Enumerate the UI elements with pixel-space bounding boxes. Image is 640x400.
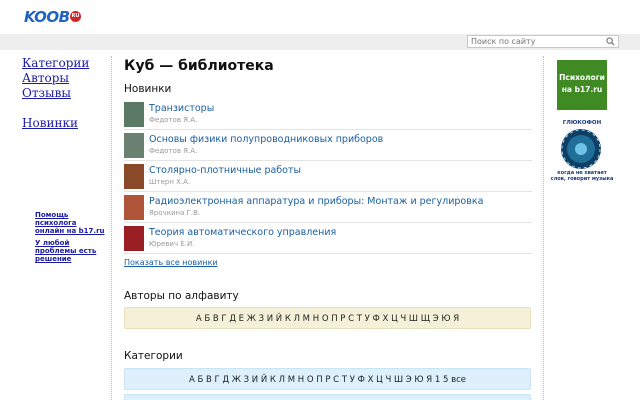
book-item[interactable]: Столярно-плотничные работы Штерн Х.А. <box>124 161 532 192</box>
book-title[interactable]: Радиоэлектронная аппаратура и приборы: М… <box>149 196 483 207</box>
book-author: Федотов Я.А. <box>149 147 198 155</box>
search-icon[interactable] <box>606 37 615 46</box>
page-title: Куб — библиотека <box>124 58 274 74</box>
divider-right <box>543 56 544 400</box>
book-title[interactable]: Столярно-плотничные работы <box>149 165 301 176</box>
logo-badge: RU <box>70 11 81 22</box>
categories-section-title: Категории <box>124 350 183 362</box>
book-item[interactable]: Теория автоматического управления Юревич… <box>124 223 532 254</box>
book-cover[interactable] <box>124 102 144 127</box>
glukofon-title: ГЛЮКОФОН <box>562 120 602 126</box>
psychologists-banner[interactable]: Психологи на b17.ru <box>557 60 607 110</box>
promo-links: Помощь психолога онлайн на b17.ru У любо… <box>35 211 107 263</box>
glukofon-drum-icon[interactable] <box>560 128 602 170</box>
book-cover[interactable] <box>124 133 144 158</box>
show-all-new-link[interactable]: Показать все новинки <box>124 258 532 268</box>
book-cover[interactable] <box>124 226 144 251</box>
book-author: Штерн Х.А. <box>149 178 191 186</box>
book-author: Федотов Я.А. <box>149 116 198 124</box>
promo-link-psychologist[interactable]: Помощь психолога онлайн на b17.ru <box>35 211 107 235</box>
book-item[interactable]: Радиоэлектронная аппаратура и приборы: М… <box>124 192 532 223</box>
book-cover[interactable] <box>124 195 144 220</box>
book-author: Юревич Е.И. <box>149 240 195 248</box>
nav-categories[interactable]: Категории <box>22 56 108 71</box>
authors-section-title: Авторы по алфавиту <box>124 290 239 302</box>
nav-authors[interactable]: Авторы <box>22 71 108 86</box>
categories-alphabet[interactable]: А Б В Г Д Ж З И Й К Л М Н О П Р С Т У Ф … <box>124 368 531 390</box>
promo-link-solution[interactable]: У любой проблемы есть решение <box>35 239 107 263</box>
nav-new[interactable]: Новинки <box>22 116 108 131</box>
left-nav: Категории Авторы Отзывы Новинки <box>22 56 108 131</box>
book-author: Ярочкина Г.В. <box>149 209 201 217</box>
book-title[interactable]: Транзисторы <box>149 103 214 114</box>
categories-row-partial <box>124 394 531 400</box>
book-title[interactable]: Основы физики полупроводниковых приборов <box>149 134 383 145</box>
authors-alphabet[interactable]: А Б В Г Д Е Ж З И Й К Л М Н О П Р С Т У … <box>124 307 531 329</box>
book-title[interactable]: Теория автоматического управления <box>149 227 336 238</box>
book-item[interactable]: Транзисторы Федотов Я.А. <box>124 99 532 130</box>
site-logo[interactable]: KOOB <box>24 8 70 26</box>
main-content: Куб — библиотека Новинки Транзисторы Фед… <box>124 56 532 268</box>
glukofon-subtitle: когда не хватает слов, говорит музыка <box>550 170 614 182</box>
book-item[interactable]: Основы физики полупроводниковых приборов… <box>124 130 532 161</box>
header: KOOB RU <box>0 0 640 34</box>
book-cover[interactable] <box>124 164 144 189</box>
divider-left <box>111 56 112 400</box>
section-title-new: Новинки <box>124 83 172 95</box>
search-input[interactable] <box>467 35 619 48</box>
nav-reviews[interactable]: Отзывы <box>22 86 108 101</box>
